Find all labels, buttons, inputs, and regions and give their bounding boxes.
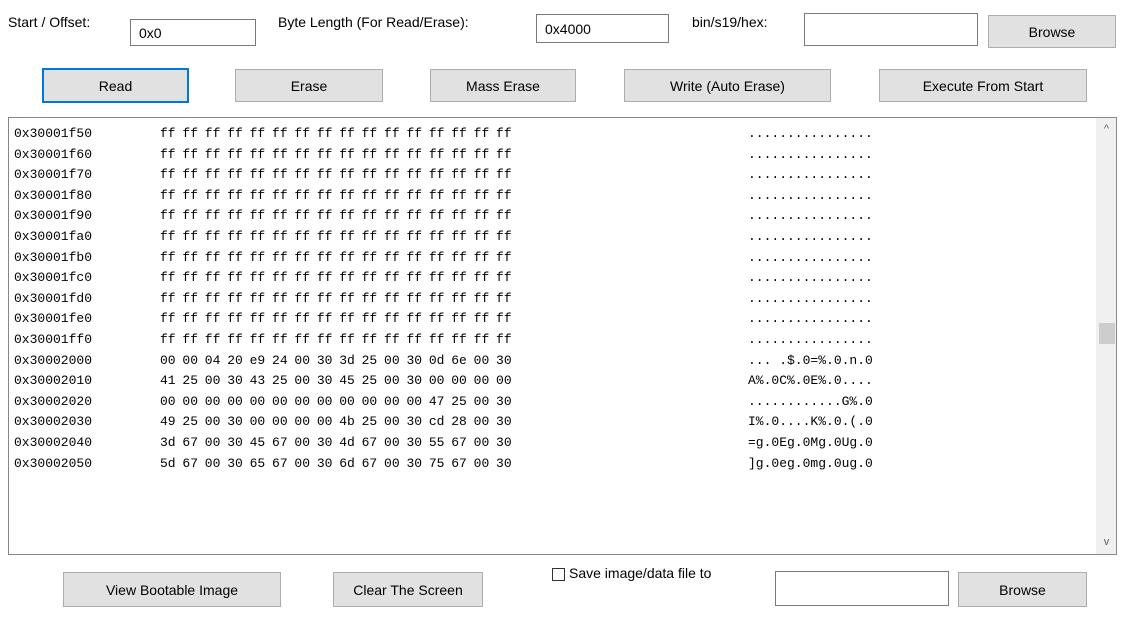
ascii-cell: ................ (748, 167, 873, 183)
hex-dump-rows: 0x30001f50 ff ff ff ff ff ff ff ff ff ff … (9, 124, 1097, 474)
hex-bytes-cell: ff ff ff ff ff ff ff ff ff ff ff ff ff f… (160, 187, 512, 203)
start-offset-input[interactable] (130, 19, 256, 46)
save-path-input[interactable] (775, 571, 949, 606)
ascii-cell: ................ (748, 270, 873, 286)
ascii-cell: ]g.0eg.0mg.0ug.0 (748, 455, 873, 471)
file-path-input[interactable] (804, 13, 978, 46)
address-cell: 0x30002050 (14, 455, 93, 471)
hex-dump-row: 0x30001f90 ff ff ff ff ff ff ff ff ff ff … (9, 206, 1097, 227)
address-cell: 0x30001fc0 (14, 270, 93, 286)
hex-bytes-cell: 3d 67 00 30 45 67 00 30 4d 67 00 30 55 6… (160, 434, 512, 450)
ascii-cell: I%.0....K%.0.(.0 (748, 414, 873, 430)
hex-dump-row: 0x30001f70 ff ff ff ff ff ff ff ff ff ff … (9, 165, 1097, 186)
erase-button[interactable]: Erase (235, 69, 383, 102)
address-cell: 0x30001fa0 (14, 228, 93, 244)
hex-dump-row: 0x30001fe0 ff ff ff ff ff ff ff ff ff ff … (9, 309, 1097, 330)
hex-dump-row: 0x30001fd0 ff ff ff ff ff ff ff ff ff ff … (9, 289, 1097, 310)
ascii-cell: ................ (748, 290, 873, 306)
save-file-label: Save image/data file to (569, 565, 712, 581)
ascii-cell: A%.0C%.0E%.0.... (748, 373, 873, 389)
scroll-thumb[interactable] (1099, 323, 1115, 344)
save-file-checkbox[interactable] (552, 568, 565, 581)
address-cell: 0x30001fd0 (14, 290, 93, 306)
address-cell: 0x30001ff0 (14, 331, 93, 347)
execute-from-start-button[interactable]: Execute From Start (879, 69, 1087, 102)
hex-bytes-cell: ff ff ff ff ff ff ff ff ff ff ff ff ff f… (160, 249, 512, 265)
file-type-label: bin/s19/hex: (692, 14, 768, 30)
browse-file-button[interactable]: Browse (988, 15, 1116, 48)
start-offset-label: Start / Offset: (8, 14, 91, 30)
address-cell: 0x30001f80 (14, 187, 93, 203)
hex-dump-row: 0x30001ff0 ff ff ff ff ff ff ff ff ff ff … (9, 330, 1097, 351)
byte-length-input[interactable] (536, 14, 669, 43)
address-cell: 0x30001fb0 (14, 249, 93, 265)
ascii-cell: ................ (748, 146, 873, 162)
address-cell: 0x30002020 (14, 393, 93, 409)
ascii-cell: ................ (748, 249, 873, 265)
hex-bytes-cell: ff ff ff ff ff ff ff ff ff ff ff ff ff f… (160, 126, 512, 141)
ascii-cell: ................ (748, 331, 873, 347)
address-cell: 0x30002030 (14, 414, 93, 430)
hex-bytes-cell: ff ff ff ff ff ff ff ff ff ff ff ff ff f… (160, 331, 512, 347)
address-cell: 0x30002000 (14, 352, 93, 368)
ascii-cell: ................ (748, 187, 873, 203)
hex-bytes-cell: 5d 67 00 30 65 67 00 30 6d 67 00 30 75 6… (160, 455, 512, 471)
ascii-cell: ................ (748, 228, 873, 244)
ascii-cell: =g.0Eg.0Mg.0Ug.0 (748, 434, 873, 450)
address-cell: 0x30001f60 (14, 146, 93, 162)
address-cell: 0x30001f90 (14, 208, 93, 224)
address-cell: 0x30001fe0 (14, 311, 93, 327)
hex-bytes-cell: ff ff ff ff ff ff ff ff ff ff ff ff ff f… (160, 167, 512, 183)
hex-bytes-cell: ff ff ff ff ff ff ff ff ff ff ff ff ff f… (160, 290, 512, 306)
hex-bytes-cell: ff ff ff ff ff ff ff ff ff ff ff ff ff f… (160, 311, 512, 327)
ascii-cell: ................ (748, 208, 873, 224)
mass-erase-button[interactable]: Mass Erase (430, 69, 576, 102)
browse-save-button[interactable]: Browse (958, 572, 1087, 607)
vertical-scrollbar[interactable]: ^ v (1096, 118, 1116, 554)
ascii-cell: ................ (748, 126, 873, 141)
hex-bytes-cell: ff ff ff ff ff ff ff ff ff ff ff ff ff f… (160, 228, 512, 244)
hex-dump-row: 0x30002020 00 00 00 00 00 00 00 00 00 00 … (9, 392, 1097, 413)
write-auto-erase-button[interactable]: Write (Auto Erase) (624, 69, 831, 102)
hex-dump-row: 0x30002030 49 25 00 30 00 00 00 00 4b 25 … (9, 412, 1097, 433)
hex-bytes-cell: 00 00 04 20 e9 24 00 30 3d 25 00 30 0d 6… (160, 352, 512, 368)
hex-dump-row: 0x30001f80 ff ff ff ff ff ff ff ff ff ff … (9, 186, 1097, 207)
hex-bytes-cell: ff ff ff ff ff ff ff ff ff ff ff ff ff f… (160, 146, 512, 162)
scroll-up-icon[interactable]: ^ (1097, 120, 1116, 139)
scroll-down-icon[interactable]: v (1097, 533, 1116, 552)
hex-dump-view[interactable]: 0x30001f50 ff ff ff ff ff ff ff ff ff ff … (8, 117, 1117, 555)
hex-bytes-cell: ff ff ff ff ff ff ff ff ff ff ff ff ff f… (160, 208, 512, 224)
hex-dump-row: 0x30001f60 ff ff ff ff ff ff ff ff ff ff … (9, 145, 1097, 166)
address-cell: 0x30002010 (14, 373, 93, 389)
ascii-cell: ... .$.0=%.0.n.0 (748, 352, 873, 368)
hex-dump-row: 0x30002010 41 25 00 30 43 25 00 30 45 25 … (9, 371, 1097, 392)
hex-dump-row: 0x30002040 3d 67 00 30 45 67 00 30 4d 67 … (9, 433, 1097, 454)
hex-bytes-cell: 49 25 00 30 00 00 00 00 4b 25 00 30 cd 2… (160, 414, 512, 430)
byte-length-label: Byte Length (For Read/Erase): (278, 14, 469, 30)
hex-dump-row: 0x30002000 00 00 04 20 e9 24 00 30 3d 25 … (9, 351, 1097, 372)
hex-bytes-cell: ff ff ff ff ff ff ff ff ff ff ff ff ff f… (160, 270, 512, 286)
address-cell: 0x30001f70 (14, 167, 93, 183)
hex-dump-row: 0x30002050 5d 67 00 30 65 67 00 30 6d 67 … (9, 454, 1097, 475)
address-cell: 0x30001f50 (14, 126, 93, 141)
read-button[interactable]: Read (42, 68, 189, 103)
hex-dump-row: 0x30001fa0 ff ff ff ff ff ff ff ff ff ff … (9, 227, 1097, 248)
hex-dump-row: 0x30001fc0 ff ff ff ff ff ff ff ff ff ff … (9, 268, 1097, 289)
hex-dump-row: 0x30001fb0 ff ff ff ff ff ff ff ff ff ff … (9, 248, 1097, 269)
hex-bytes-cell: 41 25 00 30 43 25 00 30 45 25 00 30 00 0… (160, 373, 512, 389)
hex-dump-row: 0x30001f50 ff ff ff ff ff ff ff ff ff ff … (9, 124, 1097, 145)
ascii-cell: ................ (748, 311, 873, 327)
hex-bytes-cell: 00 00 00 00 00 00 00 00 00 00 00 00 47 2… (160, 393, 512, 409)
address-cell: 0x30002040 (14, 434, 93, 450)
ascii-cell: ............G%.0 (748, 393, 873, 409)
view-bootable-image-button[interactable]: View Bootable Image (63, 572, 281, 607)
clear-screen-button[interactable]: Clear The Screen (333, 572, 483, 607)
